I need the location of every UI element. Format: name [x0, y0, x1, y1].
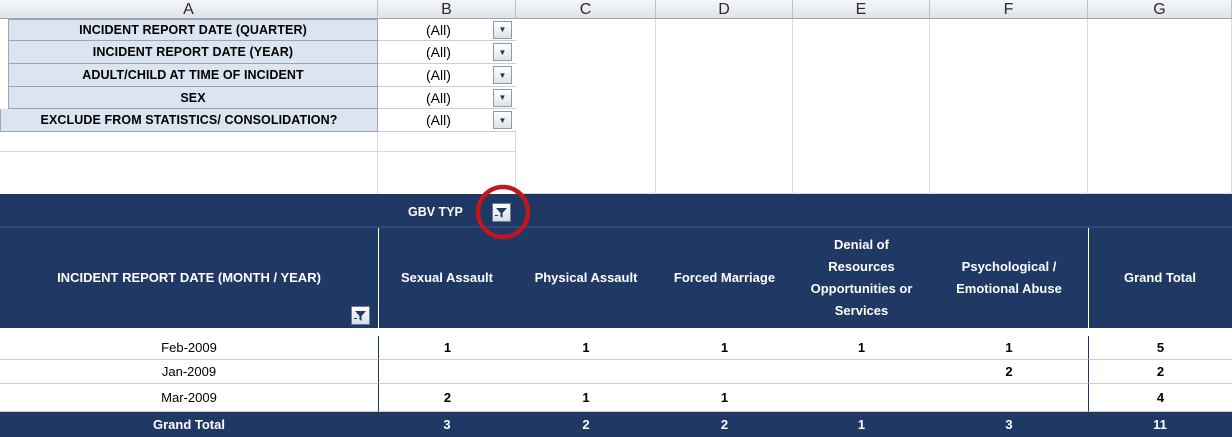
table-cell: 1 [516, 336, 656, 360]
table-cell: 2 [930, 360, 1088, 384]
dropdown-arrow-icon[interactable]: ▼ [493, 66, 512, 84]
table-cell: 1 [378, 336, 516, 360]
filter-value-adult-child[interactable]: (All) ▼ [378, 64, 516, 87]
row-label: Jan-2009 [0, 360, 378, 384]
table-cell: 2 [378, 384, 516, 412]
column-header-f[interactable]: F [930, 0, 1088, 19]
table-cell [378, 360, 516, 384]
table-cell [930, 384, 1088, 412]
pivot-col-header: Physical Assault [534, 270, 638, 285]
filter-value-text: (All) [426, 21, 451, 38]
grand-total-cell: 3 [1005, 417, 1013, 432]
grand-total-label: Grand Total [153, 417, 225, 432]
pivot-col-header-grand-total: Grand Total [1124, 270, 1196, 285]
filter-value-text: (All) [426, 67, 451, 83]
filter-value-quarter[interactable]: (All) ▼ [378, 19, 516, 41]
filter-value-text: (All) [426, 44, 451, 60]
table-cell [656, 360, 793, 384]
filter-funnel-icon[interactable] [351, 306, 370, 325]
row-field-label: INCIDENT REPORT DATE (MONTH / YEAR) [57, 270, 321, 285]
grand-total-cell: 3 [443, 417, 451, 432]
table-cell [793, 360, 930, 384]
filter-label-quarter: INCIDENT REPORT DATE (QUARTER) [8, 19, 378, 41]
grand-total-cell: 1 [857, 417, 866, 432]
filter-value-year[interactable]: (All) ▼ [378, 41, 516, 64]
table-cell: 1 [656, 336, 793, 360]
blank-cell [0, 152, 378, 194]
blank-cell [0, 132, 378, 152]
column-header-a[interactable]: A [0, 0, 378, 19]
grand-total-cell: 2 [582, 417, 590, 432]
dropdown-arrow-icon[interactable]: ▼ [493, 111, 512, 129]
blank-cell [378, 132, 516, 152]
column-header-e[interactable]: E [793, 0, 930, 19]
table-cell [516, 360, 656, 384]
pivot-col-header: Sexual Assault [400, 270, 493, 285]
filter-value-sex[interactable]: (All) ▼ [378, 87, 516, 109]
dropdown-arrow-icon[interactable]: ▼ [493, 88, 512, 107]
table-cell-total: 4 [1088, 384, 1232, 412]
column-header-c[interactable]: C [516, 0, 656, 19]
dropdown-arrow-icon[interactable]: ▼ [493, 43, 512, 61]
column-header-g[interactable]: G [1088, 0, 1232, 19]
grand-total-cell: 2 [720, 417, 729, 432]
filter-value-text: (All) [426, 112, 451, 128]
filter-value-text: (All) [426, 89, 451, 106]
table-cell: 1 [793, 336, 930, 360]
filter-label-exclude: EXCLUDE FROM STATISTICS/ CONSOLIDATION? [0, 109, 378, 132]
table-cell: 1 [516, 384, 656, 412]
column-header-b[interactable]: B [378, 0, 516, 19]
dropdown-arrow-icon[interactable]: ▼ [493, 20, 512, 39]
filter-label-sex: SEX [8, 87, 378, 109]
grand-total-cell: 11 [1153, 417, 1167, 432]
pivot-col-header: Denial of Resources Opportunities or Ser… [810, 237, 913, 318]
pivot-col-header: Psychological / Emotional Abuse [956, 259, 1062, 296]
filter-label-adult-child: ADULT/CHILD AT TIME OF INCIDENT [8, 64, 378, 87]
row-label: Feb-2009 [0, 336, 378, 360]
table-cell: 1 [656, 384, 793, 412]
table-cell [793, 384, 930, 412]
table-cell-total: 5 [1088, 336, 1232, 360]
table-cell: 1 [930, 336, 1088, 360]
column-header-d[interactable]: D [656, 0, 793, 19]
pivot-col-header: Forced Marriage [673, 270, 776, 285]
filter-label-year: INCIDENT REPORT DATE (YEAR) [8, 41, 378, 64]
table-cell-total: 2 [1088, 360, 1232, 384]
filter-value-exclude[interactable]: (All) ▼ [378, 109, 516, 132]
row-label: Mar-2009 [0, 384, 378, 412]
